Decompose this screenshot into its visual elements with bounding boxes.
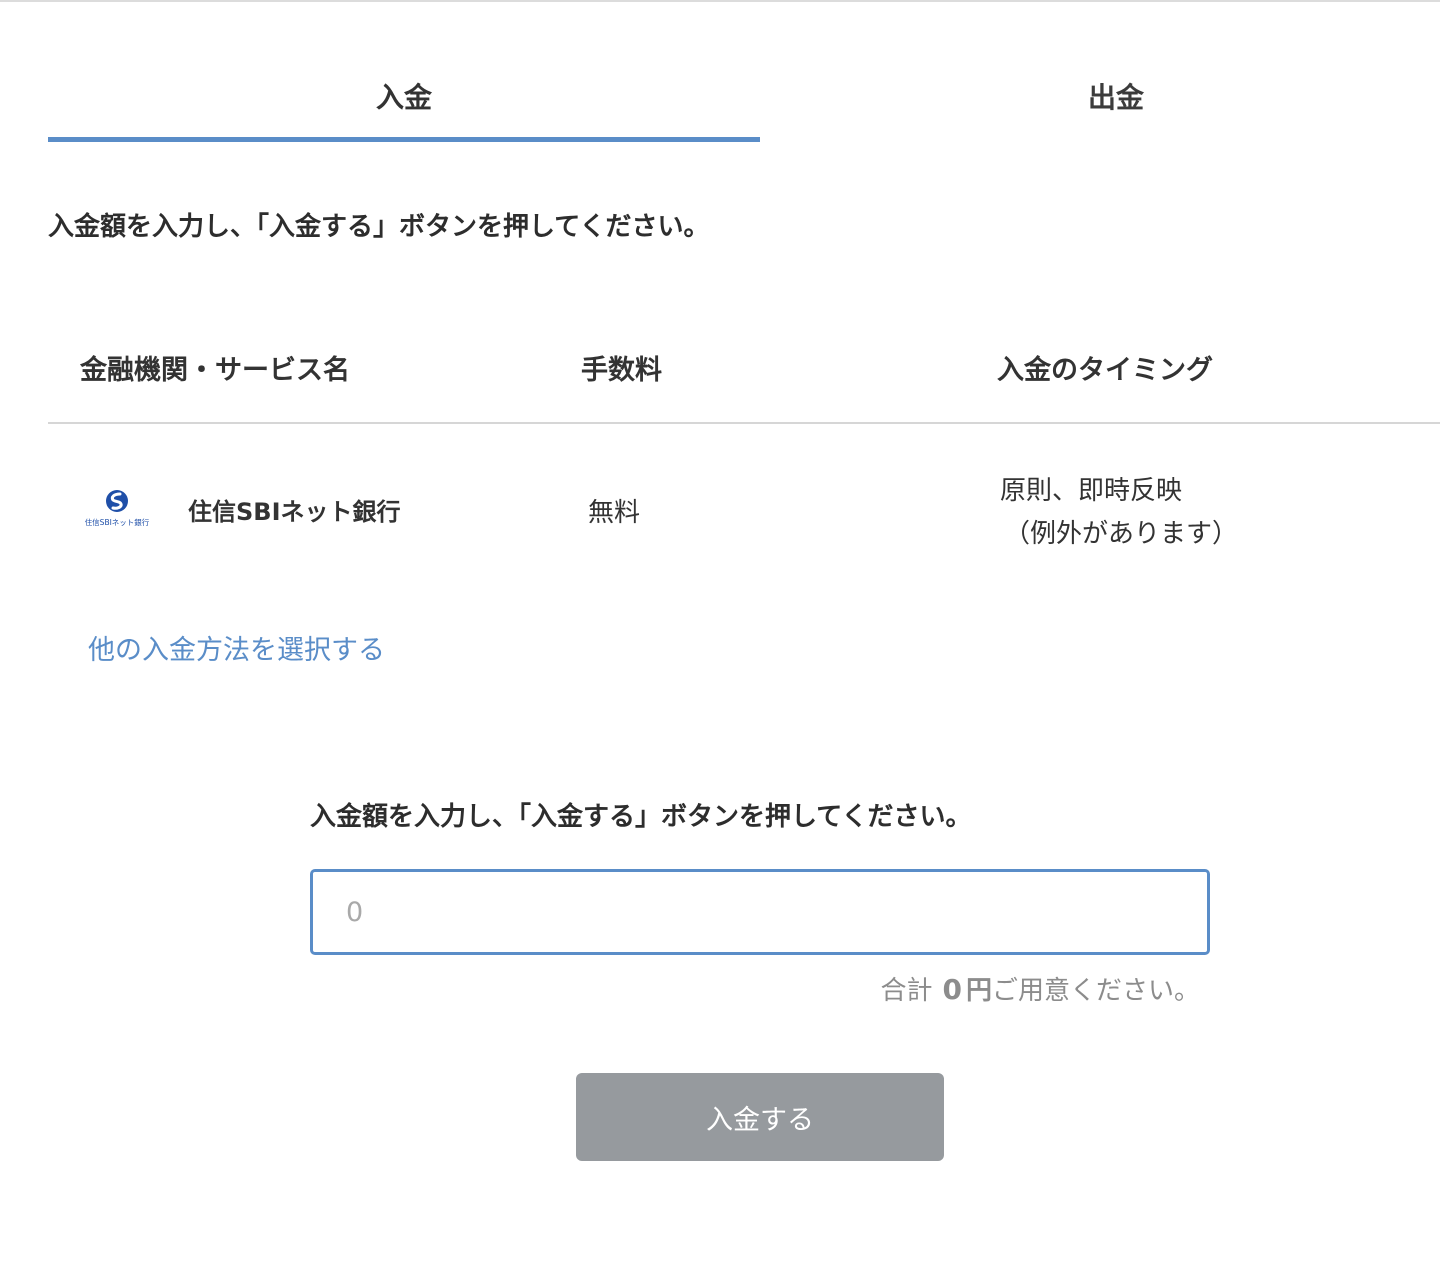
fee-value: 無料: [588, 498, 641, 528]
tab-withdraw[interactable]: 出金: [760, 60, 1440, 142]
tab-deposit[interactable]: 入金: [48, 60, 760, 142]
total-line: 合計 0 円ご用意ください。: [880, 970, 1200, 1007]
top-border: [0, 0, 1440, 2]
bank-name: 住信SBIネット銀行: [188, 498, 401, 526]
deposit-submit-button[interactable]: 入金する: [576, 1073, 944, 1161]
timing-value-line1: 原則、即時反映: [1000, 476, 1183, 506]
tab-withdraw-label: 出金: [1087, 81, 1144, 114]
table-divider: [48, 422, 1440, 424]
form-instruction: 入金額を入力し、「入金する」ボタンを押してください。: [310, 802, 972, 832]
amount-input[interactable]: [310, 869, 1210, 955]
total-amount: 0: [942, 973, 962, 1006]
total-unit: 円: [965, 976, 992, 1006]
total-suffix: ご用意ください。: [991, 976, 1200, 1006]
other-deposit-method-link[interactable]: 他の入金方法を選択する: [88, 628, 385, 667]
header-deposit-timing: 入金のタイミング: [997, 355, 1213, 386]
timing-value-line2: （例外があります）: [1004, 519, 1239, 549]
sbi-bank-logo: 住信SBIネット銀行: [85, 490, 150, 527]
page-instruction: 入金額を入力し、「入金する」ボタンを押してください。: [48, 212, 710, 242]
header-fee: 手数料: [581, 355, 662, 386]
total-prefix: 合計: [880, 976, 933, 1006]
header-institution-name: 金融機関・サービス名: [80, 355, 350, 386]
logo-text: 住信SBIネット銀行: [85, 517, 150, 527]
tab-deposit-label: 入金: [375, 81, 432, 114]
